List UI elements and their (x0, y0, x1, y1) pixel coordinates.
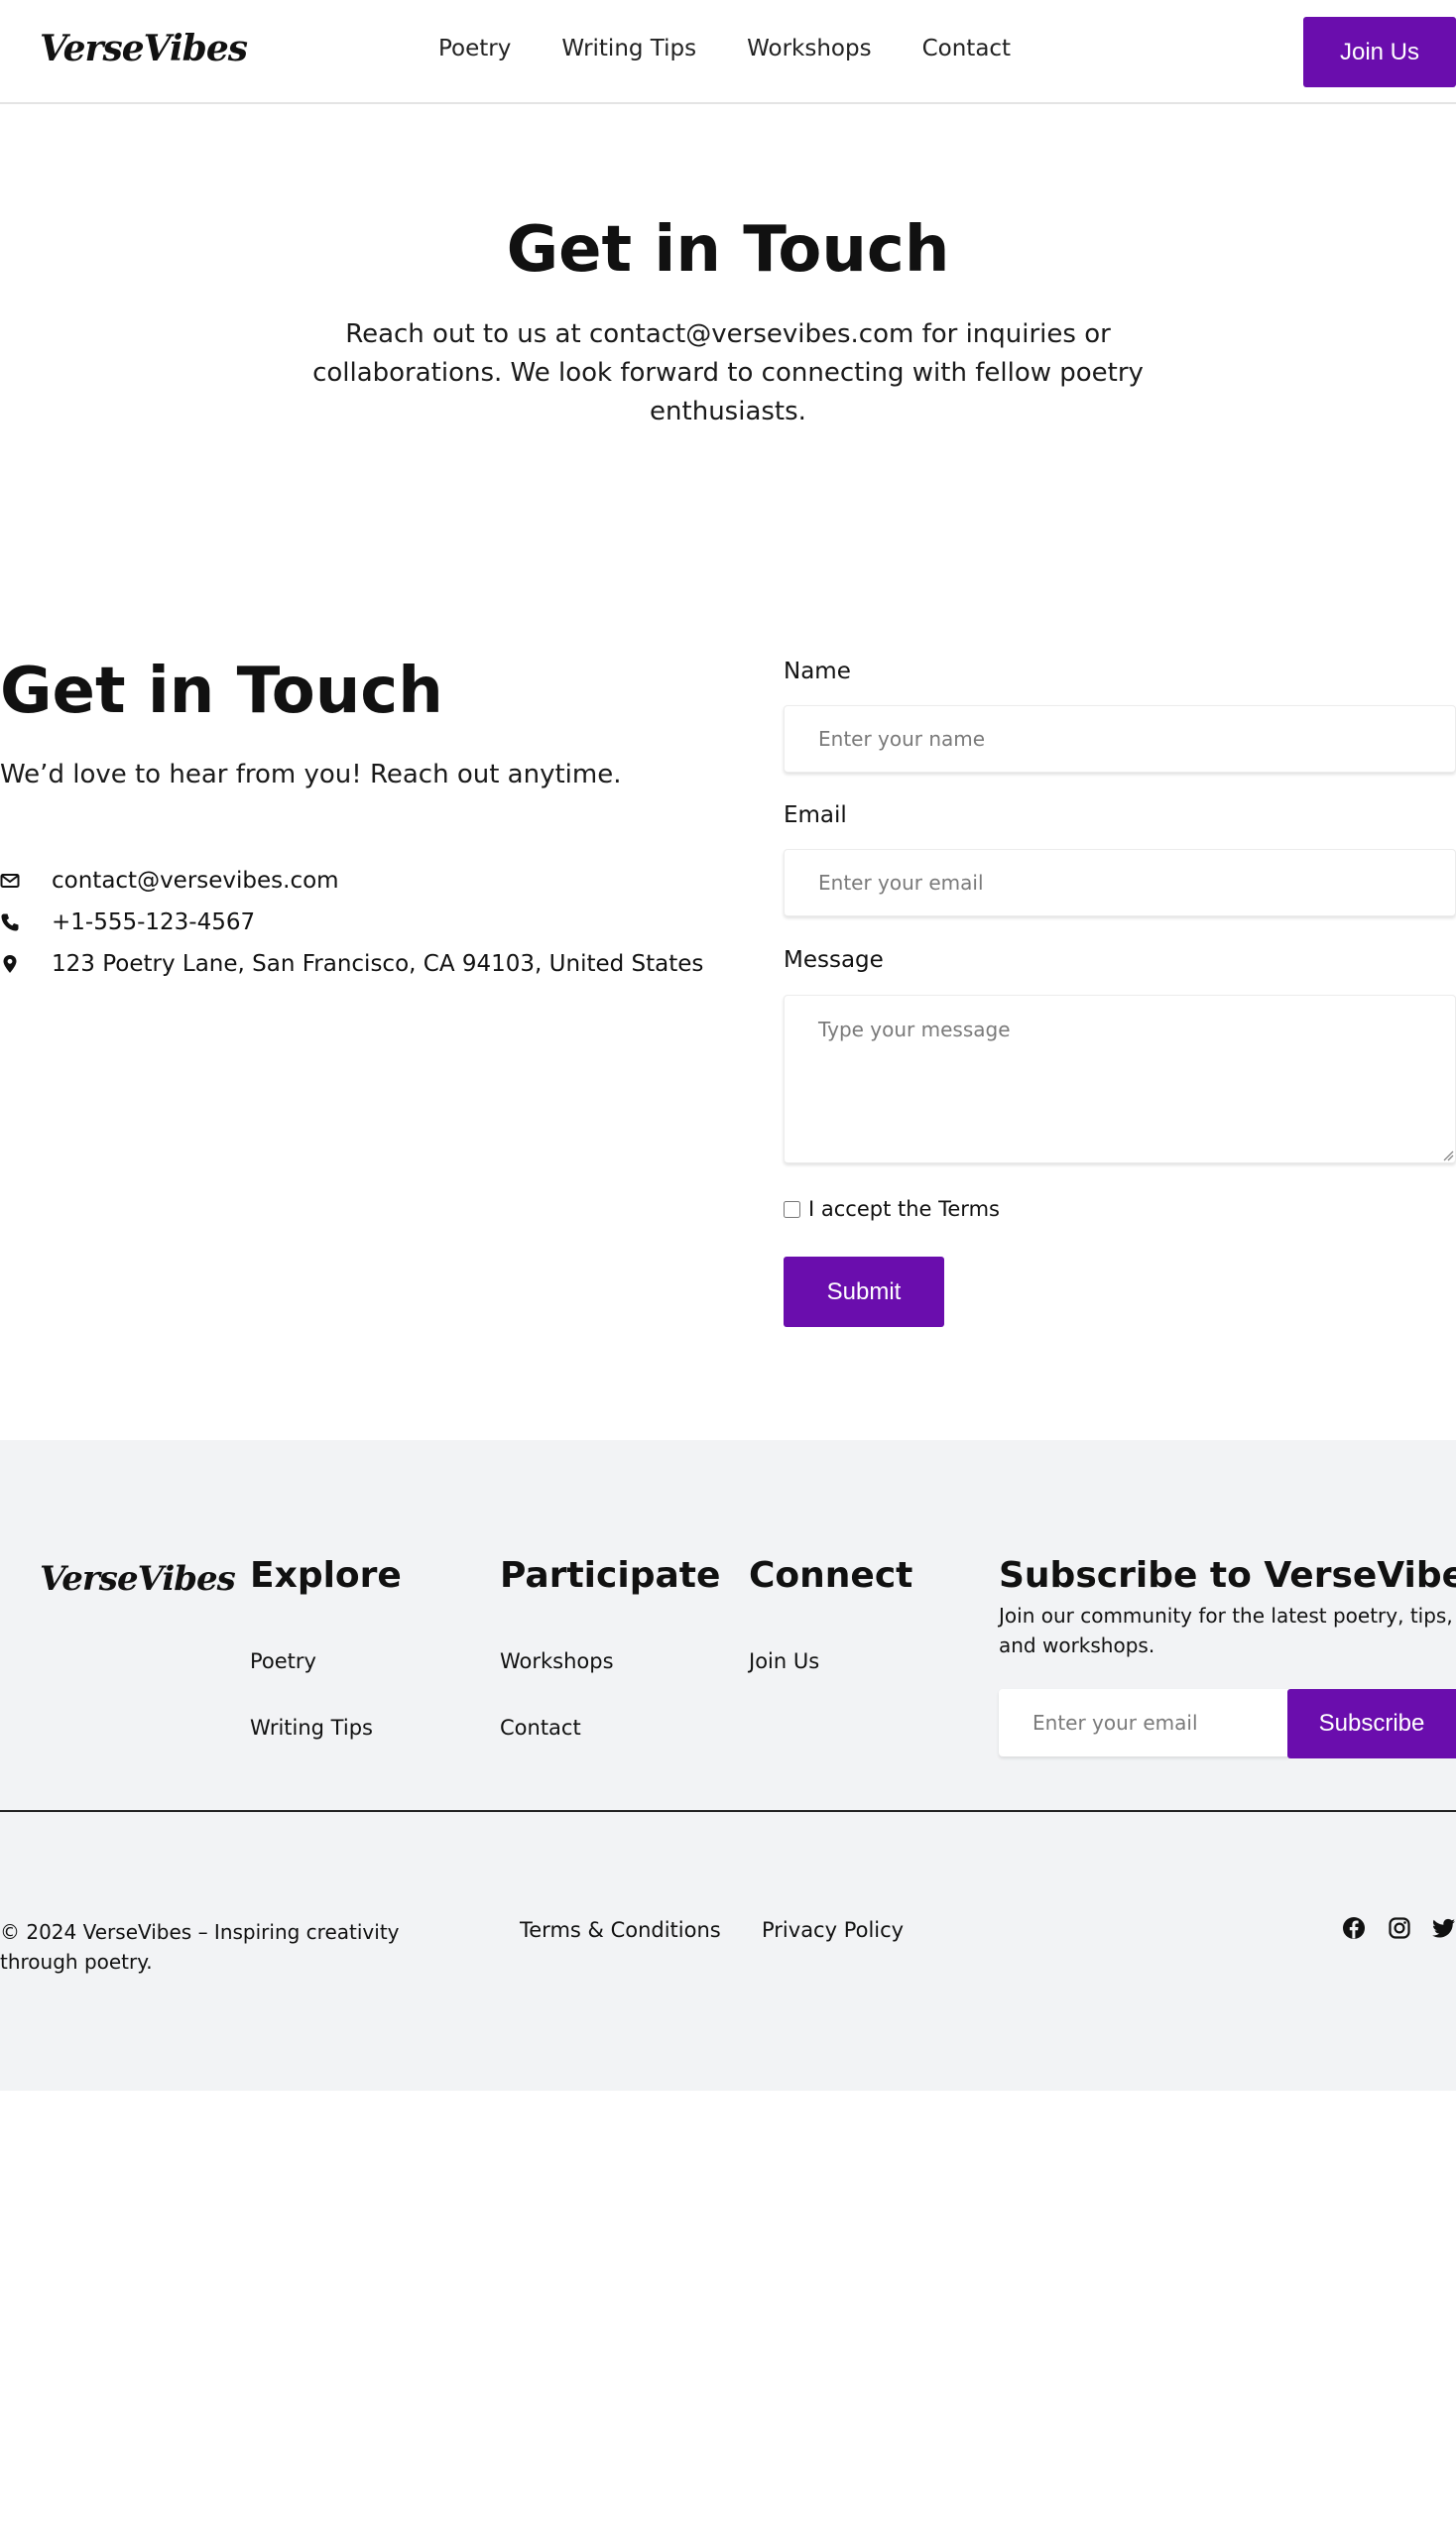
footer-link-contact[interactable]: Contact (500, 1716, 581, 1740)
main-nav: Poetry Writing Tips Workshops Contact (438, 36, 1061, 61)
terms-checkbox[interactable] (784, 1200, 800, 1218)
contact-phone[interactable]: +1-555-123-4567 (52, 909, 255, 935)
subscribe-button[interactable]: Subscribe (1287, 1689, 1456, 1758)
join-us-button[interactable]: Join Us (1303, 17, 1456, 87)
map-pin-icon (0, 954, 52, 974)
contact-email[interactable]: contact@versevibes.com (52, 868, 339, 894)
site-footer: VerseVibes Explore Poetry Writing Tips P… (0, 1440, 1456, 2091)
twitter-icon[interactable] (1432, 1916, 1456, 1940)
participate-heading: Participate (500, 1555, 721, 1596)
name-input[interactable] (784, 705, 1456, 773)
terms-row: I accept the Terms (784, 1197, 1000, 1221)
footer-link-join-us[interactable]: Join Us (749, 1649, 819, 1673)
envelope-icon (0, 871, 52, 891)
resize-grip-icon[interactable] (1440, 1148, 1454, 1161)
footer-link-poetry[interactable]: Poetry (250, 1649, 316, 1673)
name-label: Name (784, 659, 851, 684)
nav-workshops[interactable]: Workshops (747, 36, 871, 61)
contact-phone-row: +1-555-123-4567 (0, 909, 255, 935)
subscribe-title: Subscribe to VerseVibes (999, 1555, 1456, 1596)
submit-button[interactable]: Submit (784, 1257, 944, 1327)
phone-icon (0, 912, 52, 932)
privacy-policy-link[interactable]: Privacy Policy (762, 1918, 904, 1942)
terms-conditions-link[interactable]: Terms & Conditions (520, 1918, 721, 1942)
email-label: Email (784, 802, 847, 828)
contact-address-row: 123 Poetry Lane, San Francisco, CA 94103… (0, 951, 703, 977)
message-label: Message (784, 947, 884, 973)
nav-contact[interactable]: Contact (922, 36, 1011, 61)
copyright-text: © 2024 VerseVibes – Inspiring creativity… (0, 1920, 400, 1974)
contact-address: 123 Poetry Lane, San Francisco, CA 94103… (52, 951, 704, 977)
contact-title: Get in Touch (0, 655, 443, 728)
nav-writing-tips[interactable]: Writing Tips (561, 36, 696, 61)
explore-heading: Explore (250, 1555, 402, 1596)
facebook-icon[interactable] (1342, 1916, 1366, 1940)
connect-heading: Connect (749, 1555, 913, 1596)
terms-label[interactable]: I accept the Terms (808, 1197, 1000, 1221)
nav-poetry[interactable]: Poetry (438, 36, 511, 61)
logo[interactable]: VerseVibes (40, 28, 248, 69)
instagram-icon[interactable] (1388, 1916, 1411, 1940)
site-header: VerseVibes Poetry Writing Tips Workshops… (0, 0, 1456, 104)
footer-link-writing-tips[interactable]: Writing Tips (250, 1716, 373, 1740)
contact-email-row: contact@versevibes.com (0, 868, 339, 894)
message-textarea[interactable] (784, 995, 1456, 1163)
email-input[interactable] (784, 849, 1456, 916)
hero-title: Get in Touch (506, 213, 950, 287)
footer-logo[interactable]: VerseVibes (40, 1559, 236, 1599)
hero-text: Reach out to us at contact@versevibes.co… (312, 319, 1144, 426)
subscribe-text: Join our community for the latest poetry… (999, 1604, 1453, 1657)
contact-subtitle: We’d love to hear from you! Reach out an… (0, 760, 622, 789)
footer-divider (0, 1810, 1456, 1812)
footer-link-workshops[interactable]: Workshops (500, 1649, 614, 1673)
subscribe-email-input[interactable] (999, 1689, 1288, 1756)
